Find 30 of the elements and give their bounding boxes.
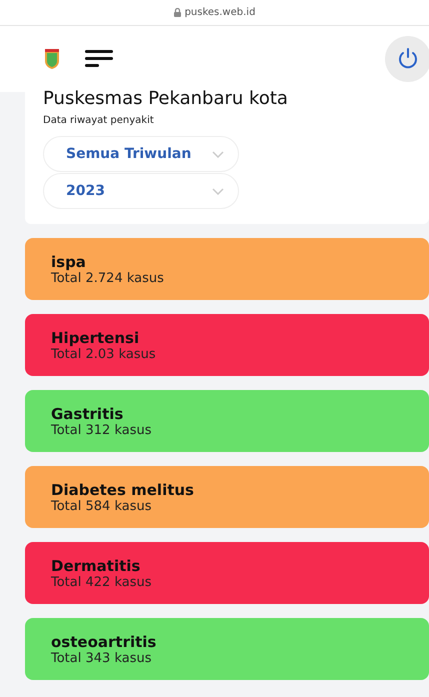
case-total: Total 2.724 kasus	[51, 270, 165, 286]
case-total: Total 422 kasus	[51, 574, 152, 590]
disease-name: Dermatitis	[51, 556, 142, 574]
chevron-down-icon	[212, 188, 224, 194]
disease-name: ispa	[51, 252, 87, 270]
disease-name: osteoartritis	[51, 632, 158, 650]
power-button[interactable]	[385, 36, 429, 82]
page-title: Puskesmas Pekanbaru kota	[43, 88, 289, 109]
case-total: Total 343 kasus	[51, 650, 152, 666]
case-total: Total 2.03 kasus	[51, 346, 157, 362]
case-total: Total 312 kasus	[51, 422, 152, 438]
case-total: Total 584 kasus	[51, 498, 152, 514]
power-icon	[397, 48, 419, 70]
disease-card[interactable]: Hipertensi Total 2.03 kasus	[25, 314, 429, 376]
disease-card[interactable]: Gastritis Total 312 kasus	[25, 390, 429, 452]
disease-card[interactable]: Diabetes melitus Total 584 kasus	[25, 466, 429, 528]
lock-icon	[174, 8, 181, 17]
disease-name: Gastritis	[51, 404, 124, 422]
filter-dropdown[interactable]: 2023	[43, 173, 239, 209]
url-text[interactable]: puskes.web.id	[184, 7, 256, 18]
disease-card[interactable]: Dermatitis Total 422 kasus	[25, 542, 429, 604]
menu-icon[interactable]	[85, 50, 113, 68]
filter-dropdown[interactable]: Semua Triwulan	[43, 136, 239, 172]
disease-name: Hipertensi	[51, 328, 140, 346]
page-subtitle: Data riwayat penyakit	[43, 115, 155, 126]
chevron-down-icon	[212, 150, 224, 158]
disease-card[interactable]: osteoartritis Total 343 kasus	[25, 618, 429, 680]
crest-logo-icon	[45, 49, 59, 69]
disease-name: Diabetes melitus	[51, 480, 195, 498]
disease-card[interactable]: ispa Total 2.724 kasus	[25, 238, 429, 300]
